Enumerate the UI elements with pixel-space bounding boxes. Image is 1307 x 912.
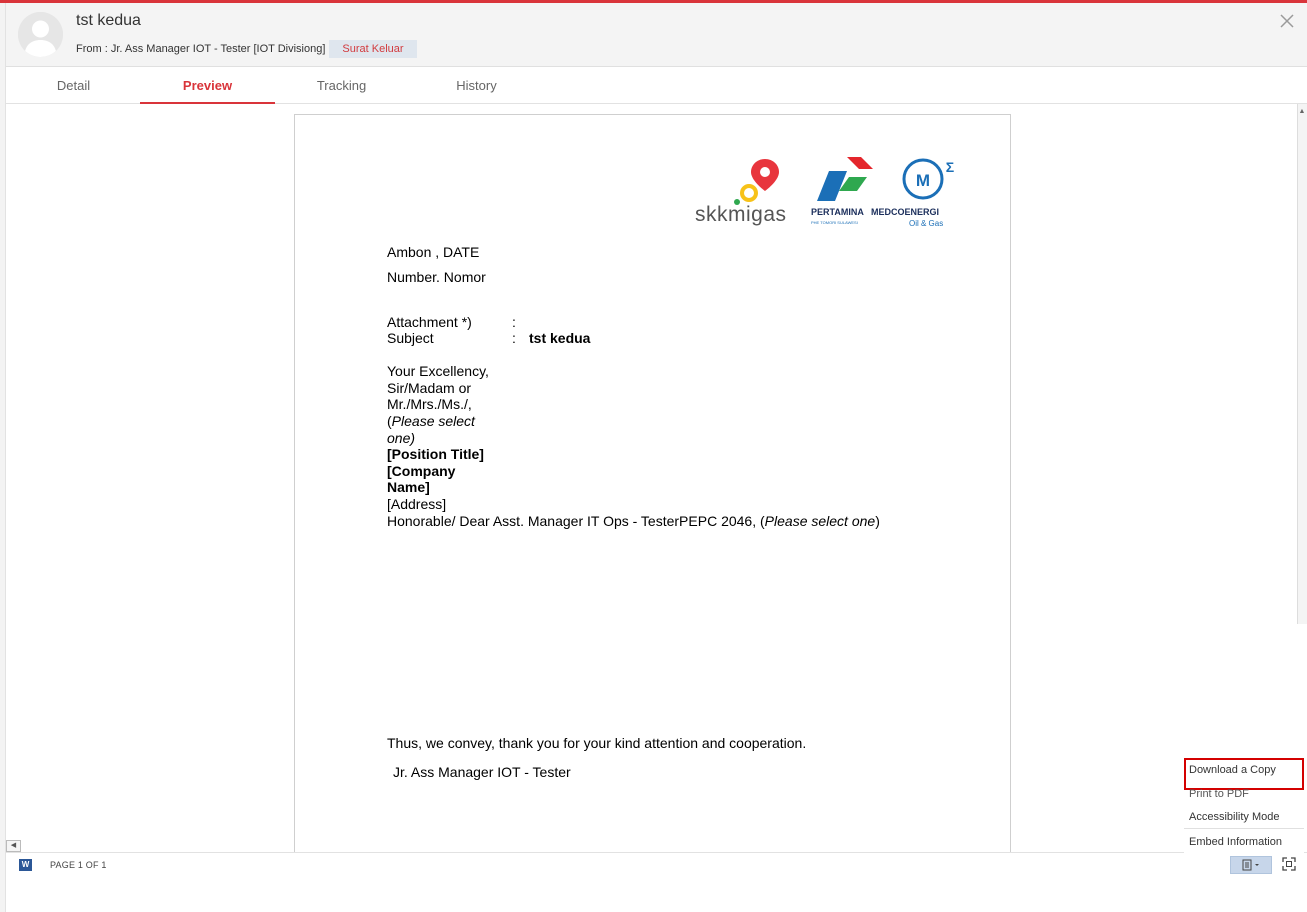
viewer-menu-button[interactable] — [1230, 856, 1272, 874]
greeting-italic: Please select one — [764, 513, 876, 529]
pertamina-subtitle: PHE TOMORI SULAWESI — [811, 220, 858, 225]
pertamina-mark-icon — [817, 157, 873, 201]
attachment-label: Attachment *) — [387, 314, 472, 330]
subject-value: tst kedua — [529, 330, 591, 346]
fullscreen-icon — [1282, 857, 1296, 871]
tab-preview[interactable]: Preview — [140, 67, 275, 104]
address-line: Name] — [387, 479, 430, 495]
print-pdf-item[interactable]: Print to PDF — [1184, 784, 1304, 804]
closing-line: Thus, we convey, thank you for your kind… — [387, 735, 807, 751]
accessibility-mode-item[interactable]: Accessibility Mode — [1184, 805, 1304, 829]
address-line: Sir/Madam or — [387, 380, 472, 396]
viewer-status-bar: W PAGE 1 OF 1 — [6, 852, 1307, 876]
skkmigas-mark-icon — [734, 159, 779, 205]
from-text: From : Jr. Ass Manager IOT - Tester [IOT… — [76, 43, 326, 55]
tab-detail[interactable]: Detail — [6, 67, 141, 104]
subject-separator: : — [512, 330, 516, 346]
tab-history[interactable]: History — [409, 67, 544, 104]
greeting-close: ) — [875, 513, 880, 529]
menu-divider — [1184, 828, 1304, 829]
greeting-line: Honorable/ Dear Asst. Manager IT Ops - T… — [387, 513, 880, 529]
close-icon — [1280, 14, 1294, 28]
address-line: one) — [387, 430, 416, 446]
pertamina-wordmark: PERTAMINA — [811, 207, 864, 217]
tab-tracking[interactable]: Tracking — [274, 67, 409, 104]
subject-label: Subject — [387, 330, 434, 346]
address-line: [Company — [387, 463, 456, 479]
medco-logo: M Σ MEDCOENERGI Oil & Gas — [871, 157, 961, 229]
attachment-separator: : — [512, 314, 516, 330]
document-viewer[interactable]: skkmigas PERTAMINA PHE TOMORI SULAWESI M… — [6, 104, 1307, 852]
close-button[interactable] — [1277, 11, 1297, 31]
greeting-text: Honorable/ Dear Asst. Manager IT Ops - T… — [387, 513, 765, 529]
message-header: tst kedua From : Jr. Ass Manager IOT - T… — [6, 3, 1307, 67]
document-page: skkmigas PERTAMINA PHE TOMORI SULAWESI M… — [294, 114, 1011, 852]
skkmigas-wordmark: skkmigas — [695, 203, 787, 226]
place-date: Ambon , DATE — [387, 244, 480, 260]
medco-mark-icon: M Σ — [902, 158, 954, 200]
tab-bar: Detail Preview Tracking History — [6, 67, 1307, 104]
letter-number: Number. Nomor — [387, 269, 486, 285]
address-line: Mr./Mrs./Ms./, — [387, 396, 472, 412]
page-count: PAGE 1 OF 1 — [50, 860, 107, 870]
message-title: tst kedua — [76, 12, 141, 29]
address-line: [Position Title] — [387, 446, 484, 462]
status-badge: Surat Keluar — [329, 40, 417, 58]
address-line: [Address] — [387, 496, 447, 512]
svg-text:M: M — [916, 171, 930, 190]
skkmigas-logo: skkmigas — [695, 157, 805, 227]
viewer-options-menu: Download a Copy Print to PDF Accessibili… — [1184, 758, 1304, 854]
avatar — [18, 12, 63, 57]
medco-subtitle: Oil & Gas — [909, 219, 944, 228]
scroll-up-icon[interactable]: ▲ — [1297, 104, 1307, 120]
address-italic: Please select — [391, 413, 475, 429]
signature: Jr. Ass Manager IOT - Tester — [393, 764, 571, 780]
svg-text:Σ: Σ — [946, 159, 954, 175]
medco-wordmark: MEDCOENERGI — [871, 207, 940, 217]
address-line: (Please select — [387, 413, 475, 429]
pertamina-logo: PERTAMINA PHE TOMORI SULAWESI — [809, 157, 879, 229]
user-silhouette-icon — [18, 12, 63, 57]
document-menu-icon — [1242, 859, 1259, 871]
word-doc-icon: W — [19, 859, 32, 871]
embed-information-item[interactable]: Embed Information — [1184, 830, 1304, 854]
scroll-left-icon[interactable]: ◀ — [6, 840, 21, 852]
vertical-scrollbar[interactable]: ▲ — [1297, 104, 1307, 624]
address-line: Your Excellency, — [387, 363, 489, 379]
fullscreen-button[interactable] — [1282, 857, 1296, 871]
from-row: From : Jr. Ass Manager IOT - Tester [IOT… — [76, 40, 417, 58]
